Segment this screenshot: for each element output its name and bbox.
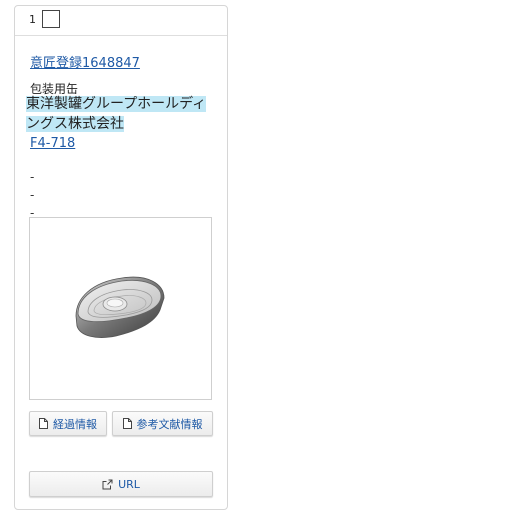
- design-image-frame[interactable]: [29, 217, 212, 400]
- applicant-text: 東洋製罐グループホールディングス株式会社: [26, 96, 207, 132]
- field-empty-2: -: [30, 188, 35, 202]
- document-icon: [122, 418, 132, 429]
- url-label: URL: [118, 477, 140, 491]
- reference-info-label: 参考文献情報: [136, 417, 203, 431]
- reference-info-button[interactable]: 参考文献情報: [112, 411, 213, 436]
- history-info-button[interactable]: 経過情報: [29, 411, 107, 436]
- history-info-label: 経過情報: [53, 417, 97, 431]
- document-icon: [39, 418, 48, 429]
- card-header: 1: [15, 6, 227, 36]
- result-card: 1 意匠登録1648847 包装用缶 東洋製罐グループホールディングス株式会社 …: [14, 5, 228, 510]
- design-image: [75, 276, 165, 338]
- external-link-icon: [102, 479, 113, 489]
- field-empty-1: -: [30, 170, 35, 184]
- registration-number-link[interactable]: 意匠登録1648847: [30, 52, 140, 71]
- url-button[interactable]: URL: [29, 471, 213, 497]
- result-number: 1: [29, 13, 36, 26]
- select-checkbox[interactable]: [42, 10, 60, 28]
- applicant-name: 東洋製罐グループホールディングス株式会社: [26, 94, 216, 134]
- design-classification-link[interactable]: F4-718: [30, 136, 75, 151]
